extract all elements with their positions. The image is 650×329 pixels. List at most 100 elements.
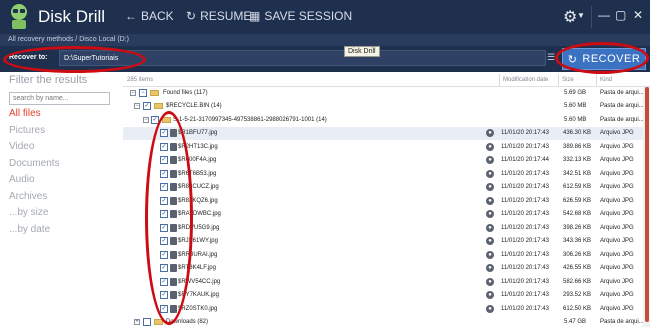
table-row[interactable]: ✓ $RJS61WY.jpg ● 11/01/20 20:17:43 343.36 KB…: [123, 235, 643, 248]
row-kind: Arquivo JPG: [600, 224, 634, 231]
row-size: 5.60 MB: [564, 103, 587, 109]
table-row[interactable]: ✓ $RT8K4LF.jpg ● 11/01/20 20:17:43 426.55 KB…: [123, 262, 643, 275]
table-row[interactable]: ✓ $R400F4A.jpg ● 11/01/20 20:17:44 332.13 KB…: [123, 154, 643, 167]
gear-icon[interactable]: ⚙: [563, 7, 577, 27]
table-row[interactable]: ✓ $RZ0STK0.jpg ● 11/01/20 20:17:43 612.50 KB…: [123, 303, 643, 316]
save-session-label: SAVE SESSION: [264, 9, 353, 23]
row-name: S-1-5-21-3170997345-497538861-2988026791…: [173, 117, 327, 123]
table-row[interactable]: + Downloads (82) 5.47 GB Pasta de arqui.…: [123, 316, 644, 329]
row-kind: Arquivo JPG: [600, 130, 634, 136]
preview-icon[interactable]: ●: [486, 183, 494, 191]
table-row[interactable]: − − Found files (117) 5.69 GB Pasta de a…: [123, 87, 644, 100]
column-header-kind[interactable]: Kind: [600, 77, 612, 83]
chevron-down-icon[interactable]: ▼: [577, 11, 585, 20]
collapse-toggle-icon[interactable]: −: [130, 90, 136, 96]
row-name: Found files (117): [163, 90, 208, 96]
annotation-ellipse-recover-button: [555, 42, 649, 74]
breadcrumb: All recovery methods / Disco Local (D:): [0, 34, 650, 46]
breadcrumb-text[interactable]: All recovery methods / Disco Local (D:): [8, 36, 129, 43]
column-header-modified[interactable]: Modification date: [503, 77, 548, 83]
item-count: 285 items: [127, 77, 154, 83]
table-row[interactable]: ✓ $R83CUCZ.jpg ● 11/01/20 20:17:43 612.59 KB…: [123, 181, 643, 194]
folder-icon: [154, 103, 163, 109]
row-date: 11/01/20 20:17:44: [501, 157, 549, 163]
row-size: 332.13 KB: [563, 157, 592, 163]
preview-icon[interactable]: ●: [486, 304, 494, 313]
checkbox[interactable]: ✓: [143, 102, 151, 110]
row-size: 542.68 KB: [563, 211, 592, 217]
preview-icon[interactable]: ●: [486, 196, 494, 205]
preview-icon[interactable]: ●: [486, 169, 494, 178]
collapse-toggle-icon[interactable]: −: [134, 103, 140, 109]
sidebar-item-all-files[interactable]: All files: [9, 108, 41, 119]
row-kind: Pasta de arqui...: [600, 90, 644, 96]
column-header-size[interactable]: Size: [562, 77, 574, 83]
preview-icon[interactable]: ●: [486, 250, 494, 259]
preview-icon[interactable]: ●: [486, 156, 494, 164]
preview-icon[interactable]: ●: [486, 129, 494, 137]
preview-icon[interactable]: ●: [486, 210, 494, 218]
row-kind: Pasta de arqui...: [600, 103, 644, 109]
preview-icon[interactable]: ●: [486, 264, 494, 272]
tooltip: Disk Drill: [344, 46, 380, 57]
close-button[interactable]: ✕: [633, 8, 643, 22]
sidebar-item-audio[interactable]: Audio: [9, 174, 35, 185]
row-kind: Arquivo JPG: [600, 265, 634, 271]
preview-icon[interactable]: ●: [486, 277, 494, 286]
table-row[interactable]: ✓ $RATDWBC.jpg ● 11/01/20 20:17:43 542.68 KB…: [123, 208, 643, 221]
sidebar-item-video[interactable]: Video: [9, 141, 34, 152]
row-size: 398.26 KB: [563, 224, 592, 231]
folder-icon[interactable]: ☰: [547, 52, 555, 63]
sidebar-item-by-size[interactable]: ...by size: [9, 207, 48, 218]
row-date: 11/01/20 20:17:43: [501, 278, 549, 285]
expand-toggle-icon[interactable]: +: [134, 319, 140, 325]
preview-icon[interactable]: ●: [486, 142, 494, 151]
row-date: 11/01/20 20:17:43: [501, 238, 549, 244]
table-row[interactable]: ✓ $R6T6B53.jpg ● 11/01/20 20:17:43 342.51 KB…: [123, 168, 643, 181]
table-row[interactable]: ✓ $RY7KAUK.jpg ● 11/01/20 20:17:43 293.52 KB…: [123, 289, 643, 302]
table-row[interactable]: ✓ $RR3URAI.jpg ● 11/01/20 20:17:43 306.26 KB…: [123, 249, 643, 262]
table-row[interactable]: − ✓ $RECYCLE.BIN (14) 5.60 MB Pasta de a…: [123, 100, 644, 113]
row-kind: Arquivo JPG: [600, 292, 634, 298]
checkbox[interactable]: [143, 318, 151, 326]
table-row[interactable]: ✓ $R1BFU77.jpg ● 11/01/20 20:17:43 436.30 KB…: [123, 127, 643, 140]
scrollbar-thumb[interactable]: [645, 87, 649, 322]
row-size: 436.30 KB: [563, 130, 592, 136]
row-size: 5.47 GB: [564, 319, 587, 325]
row-kind: Arquivo JPG: [600, 238, 634, 244]
row-date: 11/01/20 20:17:43: [501, 197, 549, 204]
back-label: BACK: [141, 9, 174, 23]
annotation-ellipse-file-list: [145, 111, 193, 325]
collapse-toggle-icon[interactable]: −: [143, 117, 149, 123]
save-icon: ▦: [249, 9, 261, 23]
row-date: 11/01/20 20:17:43: [501, 305, 549, 312]
sidebar-item-documents[interactable]: Documents: [9, 158, 60, 169]
preview-icon[interactable]: ●: [486, 237, 494, 245]
minimize-button[interactable]: —: [598, 8, 610, 22]
row-date: 11/01/20 20:17:43: [501, 224, 549, 231]
resume-icon: ↻: [186, 9, 197, 23]
table-row[interactable]: − ✓ S-1-5-21-3170997345-497538861-298802…: [123, 114, 644, 127]
row-kind: Arquivo JPG: [600, 157, 634, 163]
resume-label: RESUME: [200, 9, 252, 23]
row-date: 11/01/20 20:17:43: [501, 130, 549, 136]
column-separator: [558, 74, 559, 86]
sidebar-item-by-date[interactable]: ...by date: [9, 224, 50, 235]
sidebar-item-archives[interactable]: Archives: [9, 191, 47, 202]
maximize-button[interactable]: ▢: [615, 8, 626, 22]
save-session-button[interactable]: ▦ SAVE SESSION: [249, 9, 352, 23]
table-row[interactable]: ✓ $RWV54CC.jpg ● 11/01/20 20:17:43 582.66 KB…: [123, 276, 643, 289]
row-kind: Arquivo JPG: [600, 305, 634, 312]
table-row[interactable]: ✓ $R83KQZ6.jpg ● 11/01/20 20:17:43 626.59 KB…: [123, 195, 643, 208]
search-input[interactable]: search by name...: [9, 92, 110, 105]
column-separator: [596, 74, 597, 86]
sidebar-item-pictures[interactable]: Pictures: [9, 125, 45, 136]
preview-icon[interactable]: ●: [486, 223, 494, 232]
resume-button[interactable]: ↻ RESUME: [186, 9, 251, 23]
back-button[interactable]: ← BACK: [125, 9, 174, 23]
row-date: 11/01/20 20:17:43: [501, 170, 549, 177]
table-row[interactable]: ✓ $RDVU5G9.jpg ● 11/01/20 20:17:43 398.26 KB…: [123, 222, 643, 235]
table-row[interactable]: ✓ $R2HT13C.jpg ● 11/01/20 20:17:43 389.86 KB…: [123, 141, 643, 154]
preview-icon[interactable]: ●: [486, 291, 494, 299]
checkbox[interactable]: −: [139, 89, 147, 97]
